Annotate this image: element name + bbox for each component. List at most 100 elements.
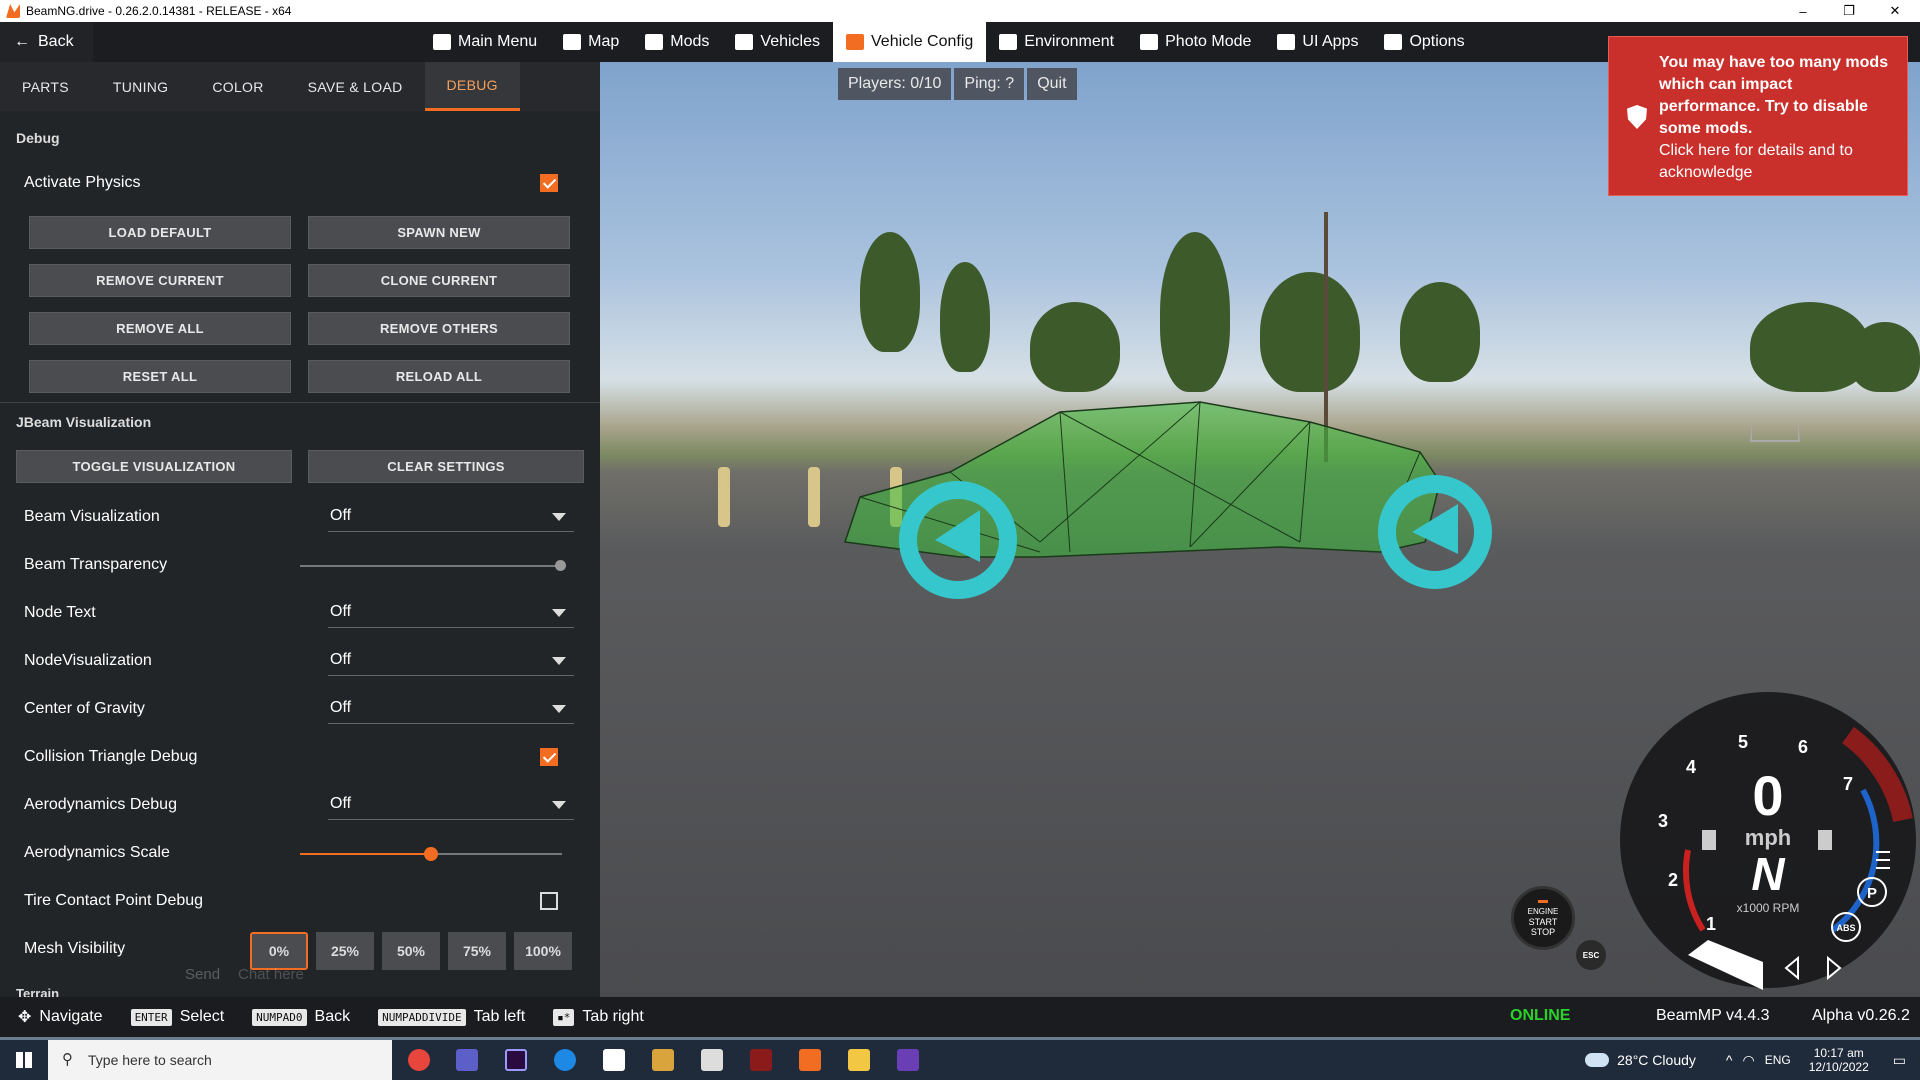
remove-all-button[interactable]: REMOVE ALL [29, 312, 291, 345]
remove-current-button[interactable]: REMOVE CURRENT [29, 264, 291, 297]
mesh-visibility-25[interactable]: 25% [316, 932, 374, 970]
search-icon: ⚲ [62, 1051, 73, 1068]
nav-vehicle-config[interactable]: Vehicle Config [833, 22, 987, 62]
rpm-unit: x1000 RPM [1737, 901, 1800, 915]
edge-icon[interactable] [554, 1049, 576, 1071]
node-visualization-select[interactable]: Off [328, 644, 574, 676]
node-text-select[interactable]: Off [328, 596, 574, 628]
back-button[interactable]: ← Back [0, 22, 93, 62]
tick-label-5: 5 [1738, 732, 1748, 752]
nav-main-menu[interactable]: Main Menu [420, 22, 550, 62]
chat-send-button[interactable]: Send [185, 966, 220, 983]
notification-icon[interactable]: ▭ [1893, 1052, 1906, 1069]
spawn-new-button[interactable]: SPAWN NEW [308, 216, 570, 249]
mesh-visibility-100[interactable]: 100% [514, 932, 572, 970]
nav-environment[interactable]: Environment [986, 22, 1127, 62]
temperature-icon [1702, 830, 1716, 850]
clone-current-button[interactable]: CLONE CURRENT [308, 264, 570, 297]
slider-knob[interactable] [424, 847, 438, 861]
chevron-up-icon[interactable]: ^ [1726, 1052, 1733, 1068]
windows-start-icon[interactable] [16, 1052, 32, 1068]
beamng-logo-icon [6, 4, 20, 18]
minimize-button[interactable]: – [1780, 0, 1826, 22]
arrow-left-icon: ← [14, 33, 30, 50]
puzzle-icon [645, 34, 664, 50]
taskbar-search-box[interactable]: ⚲ Type here to search [48, 1040, 392, 1080]
activate-physics-row: Activate Physics [0, 162, 600, 206]
weather-text[interactable]: 28°C Cloudy [1617, 1052, 1696, 1068]
notepad-icon[interactable] [603, 1049, 625, 1071]
nav-map[interactable]: Map [550, 22, 632, 62]
app-icon-2[interactable] [701, 1049, 723, 1071]
beam-visualization-select[interactable]: Off [328, 500, 574, 532]
mesh-visibility-75[interactable]: 75% [448, 932, 506, 970]
activate-physics-checkbox[interactable] [540, 174, 558, 192]
tick-label-7: 7 [1843, 774, 1853, 794]
wifi-icon[interactable]: ◠ [1742, 1052, 1754, 1069]
app-icon[interactable] [652, 1049, 674, 1071]
beam-transparency-row: Beam Transparency [0, 544, 600, 588]
online-status: ONLINE [1510, 1007, 1571, 1024]
center-of-gravity-select[interactable]: Off [328, 692, 574, 724]
debug-section-title: Debug [16, 130, 60, 146]
toggle-visualization-button[interactable]: TOGGLE VISUALIZATION [16, 450, 292, 483]
clock[interactable]: 10:17 am 12/10/2022 [1809, 1046, 1869, 1074]
window-title: BeamNG.drive - 0.26.2.0.14381 - RELEASE … [26, 4, 292, 18]
tick-label-2: 2 [1668, 870, 1678, 890]
game-app-icon[interactable] [750, 1049, 772, 1071]
hint-back: NUMPAD0 Back [252, 1008, 350, 1026]
mesh-visibility-label: Mesh Visibility [24, 940, 126, 957]
alert-details-link[interactable]: Click here for details and to acknowledg… [1659, 140, 1893, 184]
start-label: START [1528, 916, 1558, 927]
close-button[interactable]: ✕ [1872, 0, 1918, 22]
enter-key: ENTER [130, 1008, 172, 1026]
chrome-icon[interactable] [408, 1049, 430, 1071]
numpad0-key: NUMPAD0 [252, 1008, 307, 1026]
slider-knob[interactable] [555, 560, 566, 571]
windows-taskbar: ⚲ Type here to search 28°C Cloudy ^ ◠ EN… [0, 1040, 1920, 1080]
beam-transparency-slider[interactable] [300, 560, 566, 571]
beam-visualization-label: Beam Visualization [24, 508, 160, 525]
mesh-visibility-0[interactable]: 0% [250, 932, 308, 970]
node-text-row: Node Text Off [0, 592, 600, 636]
window-title-bar: BeamNG.drive - 0.26.2.0.14381 - RELEASE … [0, 0, 1920, 22]
premiere-icon[interactable] [505, 1049, 527, 1071]
nav-options[interactable]: Options [1371, 22, 1477, 62]
nav-ui-apps[interactable]: UI Apps [1264, 22, 1371, 62]
tab-tuning[interactable]: TUNING [91, 62, 190, 111]
tick-label-3: 3 [1658, 811, 1668, 831]
jbeam-section-title: JBeam Visualization [16, 414, 152, 430]
remove-others-button[interactable]: REMOVE OTHERS [308, 312, 570, 345]
tire-contact-label: Tire Contact Point Debug [24, 892, 204, 909]
load-default-button[interactable]: LOAD DEFAULT [29, 216, 291, 249]
tick-label-4: 4 [1686, 757, 1696, 777]
mods-warning-notification[interactable]: You may have too many mods which can imp… [1608, 36, 1908, 196]
tab-parts[interactable]: PARTS [0, 62, 91, 111]
shield-warning-icon [1627, 105, 1647, 129]
aerodynamics-scale-slider[interactable] [300, 847, 562, 861]
clear-settings-button[interactable]: CLEAR SETTINGS [308, 450, 584, 483]
clock-time: 10:17 am [1813, 1046, 1864, 1060]
language-indicator[interactable]: ENG [1765, 1053, 1791, 1067]
nav-mods[interactable]: Mods [632, 22, 722, 62]
teams-icon[interactable] [456, 1049, 478, 1071]
restore-button[interactable]: ❐ [1826, 0, 1872, 22]
tab-color[interactable]: COLOR [190, 62, 285, 111]
collision-triangle-checkbox[interactable] [540, 748, 558, 766]
nav-photo-mode[interactable]: Photo Mode [1127, 22, 1264, 62]
quit-button[interactable]: Quit [1027, 68, 1077, 100]
chat-input[interactable]: Chat here [238, 966, 304, 983]
mesh-visibility-50[interactable]: 50% [382, 932, 440, 970]
reset-all-button[interactable]: RESET ALL [29, 360, 291, 393]
tab-save-load[interactable]: SAVE & LOAD [286, 62, 425, 111]
tire-contact-checkbox[interactable] [540, 892, 558, 910]
file-explorer-icon[interactable] [848, 1049, 870, 1071]
reload-all-button[interactable]: RELOAD ALL [308, 360, 570, 393]
beammp-launcher-icon[interactable] [897, 1049, 919, 1071]
engine-start-stop-button[interactable]: ENGINE START STOP [1511, 886, 1575, 950]
nav-vehicles[interactable]: Vehicles [722, 22, 833, 62]
tire-contact-row: Tire Contact Point Debug [0, 880, 600, 924]
tab-debug[interactable]: DEBUG [424, 62, 520, 111]
aerodynamics-debug-select[interactable]: Off [328, 788, 574, 820]
beamng-taskbar-icon[interactable] [799, 1049, 821, 1071]
